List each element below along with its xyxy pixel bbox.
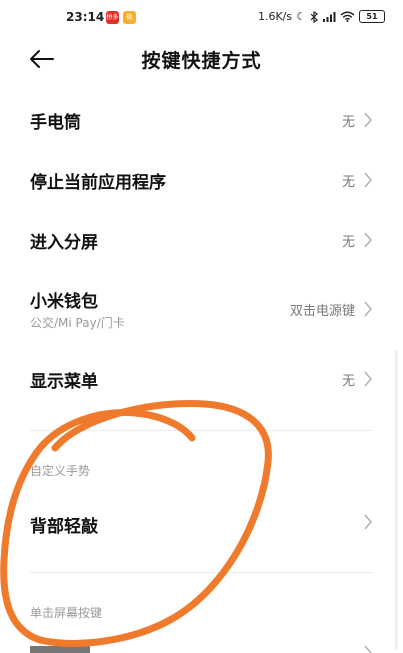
page-title: 按键快捷方式 — [141, 50, 262, 72]
pinduoduo-icon: 拼多 — [106, 11, 119, 24]
list-item-show-menu[interactable]: 显示菜单 无 — [0, 349, 403, 409]
list-item-partial[interactable] — [30, 646, 90, 653]
scrollbar[interactable] — [395, 350, 398, 650]
section-label-custom-gesture: 自定义手势 — [30, 464, 91, 478]
screen: 23:14 拼多 微 1.6K/s ☾ 51 按键快捷方式 手电筒 无 停止当前… — [0, 0, 403, 653]
row-title: 手电筒 — [30, 113, 81, 133]
list-item-flashlight[interactable]: 手电筒 无 — [0, 90, 403, 150]
chevron-right-icon — [364, 172, 372, 188]
list-item-mi-wallet[interactable]: 小米钱包 公交/Mi Pay/门卡 双击电源键 — [0, 275, 403, 345]
partial-row-title — [30, 646, 90, 653]
signal-icon — [323, 12, 336, 22]
header: 按键快捷方式 — [0, 36, 403, 82]
row-value: 无 — [341, 115, 355, 130]
row-title: 背部轻敲 — [30, 517, 98, 537]
row-value: 无 — [341, 235, 355, 250]
chevron-right-icon — [364, 301, 372, 317]
row-value: 无 — [341, 374, 355, 389]
wifi-icon — [340, 11, 355, 22]
list-item-split-screen[interactable]: 进入分屏 无 — [0, 210, 403, 270]
status-bar: 23:14 拼多 微 1.6K/s ☾ 51 — [0, 0, 403, 36]
battery-icon: 51 — [359, 10, 385, 23]
row-subtitle: 公交/Mi Pay/门卡 — [30, 316, 125, 330]
chevron-right-icon — [364, 371, 372, 387]
status-right: 1.6K/s ☾ 51 — [258, 10, 385, 23]
status-time: 23:14 — [66, 10, 105, 24]
row-title: 小米钱包 — [30, 292, 98, 312]
row-title: 停止当前应用程序 — [30, 173, 166, 193]
chevron-right-icon — [364, 645, 372, 653]
divider — [30, 572, 373, 573]
row-value: 无 — [341, 175, 355, 190]
row-value: 双击电源键 — [289, 304, 355, 319]
row-title: 进入分屏 — [30, 233, 98, 253]
section-label-screen-button: 单击屏幕按键 — [30, 606, 103, 620]
list-item-stop-app[interactable]: 停止当前应用程序 无 — [0, 150, 403, 210]
divider — [30, 430, 373, 431]
bluetooth-icon — [310, 10, 318, 23]
chevron-right-icon — [364, 232, 372, 248]
list-item-back-tap[interactable]: 背部轻敲 — [0, 494, 403, 554]
weibo-icon: 微 — [123, 11, 136, 24]
moon-icon: ☾ — [296, 10, 306, 23]
row-title: 显示菜单 — [30, 372, 98, 392]
chevron-right-icon — [364, 112, 372, 128]
network-speed: 1.6K/s — [257, 10, 293, 23]
chevron-right-icon — [364, 514, 372, 530]
